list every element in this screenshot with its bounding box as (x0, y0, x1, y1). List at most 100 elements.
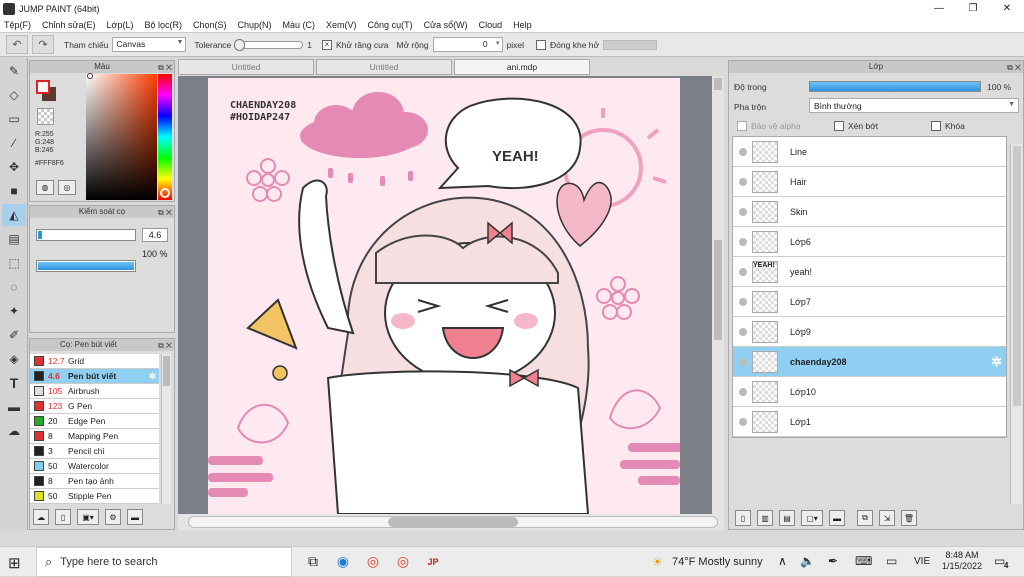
layer-row[interactable]: Lớp9 (733, 317, 1006, 347)
new-brush-icon[interactable]: ▯ (55, 509, 71, 525)
scroll-thumb[interactable] (714, 240, 722, 340)
panel-buttons-icon[interactable]: ⧉ ✕ (158, 207, 172, 219)
layer-row[interactable]: chaenday208 ✲ (733, 347, 1006, 377)
panel-buttons-icon[interactable]: ⧉ ✕ (158, 62, 172, 74)
clipping-checkbox[interactable] (834, 121, 844, 131)
canvas-vertical-scrollbar[interactable] (712, 76, 724, 514)
layer-row[interactable]: Lớp1 (733, 407, 1006, 437)
brush-item[interactable]: 50 Stipple Pen (30, 489, 159, 504)
delete-layer-icon[interactable]: 🗑 (901, 510, 917, 526)
transparent-color-swatch[interactable] (37, 108, 54, 125)
volume-icon[interactable]: 🔈 (800, 554, 815, 568)
brush-size-bar[interactable] (36, 229, 136, 241)
task-view-icon[interactable]: ⧉ (298, 547, 328, 577)
language-indicator[interactable]: VIE (914, 556, 930, 567)
close-gap-checkbox[interactable] (536, 39, 547, 50)
tab-untitled-2[interactable]: Untitled (316, 59, 452, 75)
protect-alpha-option[interactable]: Bảo vệ alpha (737, 121, 801, 131)
scroll-thumb[interactable] (163, 356, 170, 386)
visibility-icon[interactable] (739, 387, 747, 396)
visibility-icon[interactable] (739, 327, 747, 336)
eraser-tool-icon[interactable]: ◇ (2, 84, 26, 106)
divider-tool-icon[interactable]: ▬ (2, 396, 26, 418)
merge-layer-icon[interactable]: ⇲ (879, 510, 895, 526)
expand-input[interactable]: 0 ▾ (432, 37, 503, 52)
brush-item[interactable]: 105 Airbrush (30, 384, 159, 399)
visibility-icon[interactable] (739, 267, 747, 276)
lock-option[interactable]: Khóa (931, 121, 965, 131)
palette-icon[interactable]: ◍ (36, 180, 54, 195)
tolerance-slider[interactable] (234, 38, 304, 51)
visibility-icon[interactable] (739, 207, 747, 216)
layer-row[interactable]: YEAH! yeah! (733, 257, 1006, 287)
color-wheel-icon[interactable]: ◎ (58, 180, 76, 195)
menu-capture[interactable]: Chụp(N) (238, 20, 272, 30)
visibility-icon[interactable] (739, 297, 747, 306)
edge-browser-icon[interactable]: ◉ (328, 547, 358, 577)
weather-icon[interactable]: ☀ (652, 555, 663, 569)
brush-folder-icon[interactable]: ▬ (127, 509, 143, 525)
layer-row[interactable]: Lớp7 (733, 287, 1006, 317)
blend-select[interactable]: Bình thường ▼ (809, 98, 1019, 113)
hue-marker[interactable] (160, 188, 170, 198)
menu-file[interactable]: Tệp(F) (4, 20, 31, 30)
visibility-icon[interactable] (739, 357, 747, 366)
protect-alpha-checkbox[interactable] (737, 121, 747, 131)
canvas-horizontal-scrollbar[interactable] (178, 514, 724, 530)
brush-list-scrollbar[interactable] (161, 354, 171, 504)
visibility-icon[interactable] (739, 177, 747, 186)
select-rect-tool-icon[interactable]: ⬚ (2, 252, 26, 274)
maximize-button[interactable]: ❐ (956, 0, 990, 17)
new-layer-icon[interactable]: ▯ (735, 510, 751, 526)
brush-opacity-bar[interactable] (36, 260, 136, 272)
visibility-icon[interactable] (739, 147, 747, 156)
layer-row[interactable]: Hair (733, 167, 1006, 197)
panel-buttons-icon[interactable]: ⧉ ✕ (1007, 62, 1021, 74)
select-eraser-tool-icon[interactable]: ◈ (2, 348, 26, 370)
duplicate-layer-icon[interactable]: ⧉ (857, 510, 873, 526)
new-layer-8bit-icon[interactable]: ▥ (757, 510, 773, 526)
brush-cloud-icon[interactable]: ☁ (33, 509, 49, 525)
pen-icon[interactable]: ✒ (828, 554, 838, 568)
magic-wand-tool-icon[interactable]: ✦ (2, 300, 26, 322)
menu-filter[interactable]: Bộ lọc(R) (144, 20, 182, 30)
saturation-value-picker[interactable] (86, 74, 157, 200)
layer-opacity-bar[interactable] (809, 81, 981, 92)
brush-menu-icon[interactable]: ▣▾ (77, 509, 99, 525)
clock[interactable]: 8:48 AM 1/15/2022 (940, 550, 984, 572)
brush-tool-icon[interactable]: ✎ (2, 60, 26, 82)
brush-item[interactable]: 8 Pen tạo ảnh (30, 474, 159, 489)
brush-settings-icon[interactable]: ✲ (149, 371, 156, 382)
lock-checkbox[interactable] (931, 121, 941, 131)
layer-row[interactable]: Skin (733, 197, 1006, 227)
rectangle-tool-icon[interactable]: ▭ (2, 108, 26, 130)
lasso-tool-icon[interactable]: ◌ (2, 276, 26, 298)
brush-item[interactable]: 4.6 Pen bút viết ✲ (30, 369, 159, 384)
drawing-canvas[interactable]: CHAENDAY208 #HOIDAP247 YEAH! (208, 78, 680, 514)
menu-tools[interactable]: Công cụ(T) (368, 20, 413, 30)
menu-edit[interactable]: Chỉnh sửa(E) (42, 20, 96, 30)
folder-icon[interactable]: ▬ (829, 510, 845, 526)
menu-color[interactable]: Màu (C) (283, 20, 316, 30)
panel-buttons-icon[interactable]: ⧉ ✕ (158, 340, 172, 352)
brush-item[interactable]: 8 Mapping Pen (30, 429, 159, 444)
brush-item[interactable]: 3 Pencil chì (30, 444, 159, 459)
brush-item[interactable]: 50 Watercolor (30, 459, 159, 474)
reference-select[interactable]: Canvas ▼ (112, 37, 187, 52)
new-layer-1bit-icon[interactable]: ▤ (779, 510, 795, 526)
antialias-checkbox[interactable]: × (322, 39, 333, 50)
jump-paint-icon[interactable]: JP (418, 547, 448, 577)
menu-layer[interactable]: Lớp(L) (107, 20, 134, 30)
move-tool-icon[interactable]: ✥ (2, 156, 26, 178)
hue-slider[interactable] (158, 74, 172, 200)
brush-item[interactable]: 12.7 Grid (30, 354, 159, 369)
menu-cloud[interactable]: Cloud (479, 20, 503, 30)
menu-window[interactable]: Cửa sổ(W) (424, 20, 468, 30)
layer-row[interactable]: Lớp10 (733, 377, 1006, 407)
scroll-thumb[interactable] (388, 517, 518, 527)
tab-ani-mdp[interactable]: ani.mdp (454, 59, 590, 75)
visibility-icon[interactable] (739, 237, 747, 246)
layer-row[interactable]: Lớp6 (733, 227, 1006, 257)
close-gap-slider[interactable] (603, 39, 658, 50)
eyedropper-tool-icon[interactable]: ⁄ (2, 132, 26, 154)
